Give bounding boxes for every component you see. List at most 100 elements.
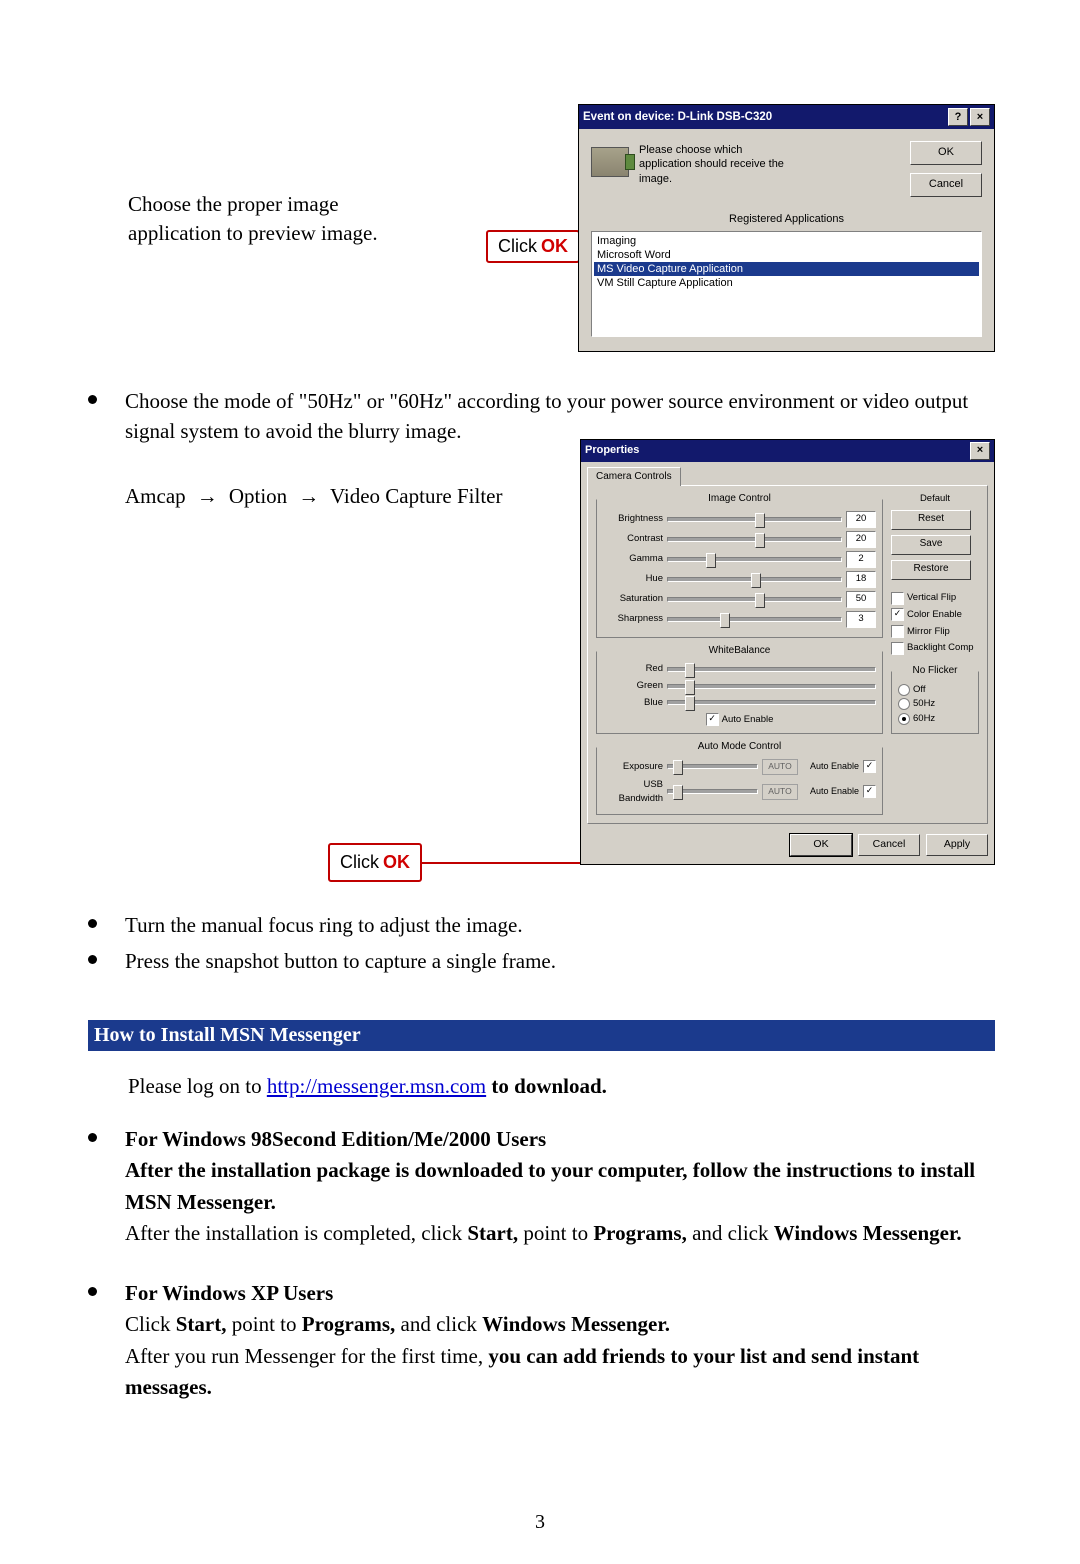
app-item[interactable]: Microsoft Word xyxy=(594,248,979,262)
close-button[interactable]: × xyxy=(970,108,990,126)
saturation-value: 50 xyxy=(846,591,876,608)
arrow-icon: → xyxy=(191,485,224,508)
no-flicker-60hz-radio[interactable] xyxy=(898,713,910,725)
wb-blue-slider[interactable] xyxy=(667,700,876,705)
hue-value: 18 xyxy=(846,571,876,588)
contrast-slider[interactable] xyxy=(667,537,842,542)
bullet-dot xyxy=(88,955,97,964)
wb-green-label: Green xyxy=(603,679,663,693)
vertical-flip-checkbox[interactable] xyxy=(891,592,904,605)
wb-green-slider[interactable] xyxy=(667,684,876,689)
properties-dialog: Properties × Camera Controls Image Contr… xyxy=(580,439,995,866)
no-flicker-50hz-radio[interactable] xyxy=(898,698,910,710)
image-control-group: Image Control Brightness 20 Contrast xyxy=(596,492,883,638)
no-flicker-50hz-label: 50Hz xyxy=(913,697,935,711)
properties-titlebar: Properties × xyxy=(581,440,994,462)
reset-button[interactable]: Reset xyxy=(891,510,971,530)
exposure-auto-enable-checkbox[interactable]: ✓ xyxy=(863,760,876,773)
saturation-label: Saturation xyxy=(603,592,663,606)
backlight-comp-checkbox[interactable] xyxy=(891,642,904,655)
auto-mode-control-legend: Auto Mode Control xyxy=(695,740,784,755)
win98-line1: After the installation package is downlo… xyxy=(125,1155,995,1218)
callout-ok-text: OK xyxy=(541,236,568,257)
exposure-label: Exposure xyxy=(603,760,663,774)
registered-apps-label: Registered Applications xyxy=(591,213,982,225)
gamma-slider[interactable] xyxy=(667,557,842,562)
winxp-block: For Windows XP Users Click Start, point … xyxy=(125,1278,995,1404)
snapshot-bullet: Press the snapshot button to capture a s… xyxy=(125,946,995,976)
sharpness-slider[interactable] xyxy=(667,617,842,622)
preview-instruction-line2: application to preview image. xyxy=(128,219,456,248)
saturation-slider[interactable] xyxy=(667,597,842,602)
properties-cancel-button[interactable]: Cancel xyxy=(858,834,920,856)
win98-line2: After the installation is completed, cli… xyxy=(125,1218,995,1250)
winxp-title: For Windows XP Users xyxy=(125,1278,995,1310)
msn-intro: Please log on to http://messenger.msn.co… xyxy=(128,1071,995,1101)
wb-auto-enable-label: Auto Enable xyxy=(722,713,774,727)
hue-slider[interactable] xyxy=(667,577,842,582)
manual-focus-bullet: Turn the manual focus ring to adjust the… xyxy=(125,910,995,940)
properties-ok-button[interactable]: OK xyxy=(790,834,852,856)
no-flicker-off-radio[interactable] xyxy=(898,684,910,696)
arrow-icon: → xyxy=(292,485,325,508)
bullet-dot xyxy=(88,919,97,928)
brightness-label: Brightness xyxy=(603,512,663,526)
event-dialog-title: Event on device: D-Link DSB-C320 xyxy=(583,111,946,123)
event-cancel-button[interactable]: Cancel xyxy=(910,173,982,197)
app-item-selected[interactable]: MS Video Capture Application xyxy=(594,262,979,276)
registered-apps-list[interactable]: Imaging Microsoft Word MS Video Capture … xyxy=(591,231,982,337)
vertical-flip-label: Vertical Flip xyxy=(907,591,956,605)
wb-red-slider[interactable] xyxy=(667,667,876,672)
no-flicker-60hz-label: 60Hz xyxy=(913,712,935,726)
event-instruction: Please choose which application should r… xyxy=(639,141,900,186)
default-column-label: Default xyxy=(891,492,979,506)
preview-instruction: Choose the proper image application to p… xyxy=(88,110,456,249)
no-flicker-legend: No Flicker xyxy=(909,664,960,679)
whitebalance-legend: WhiteBalance xyxy=(706,644,774,659)
exposure-auto-value: AUTO xyxy=(762,759,798,775)
camera-controls-tab[interactable]: Camera Controls xyxy=(587,467,681,487)
event-ok-button[interactable]: OK xyxy=(910,141,982,165)
click-ok-callout: Click OK xyxy=(486,230,580,263)
contrast-value: 20 xyxy=(846,531,876,548)
help-button[interactable]: ? xyxy=(948,108,968,126)
msn-download-link[interactable]: http://messenger.msn.com xyxy=(267,1074,486,1098)
properties-close-button[interactable]: × xyxy=(970,442,990,460)
brightness-slider[interactable] xyxy=(667,517,842,522)
callout-click-text: Click xyxy=(498,236,537,257)
restore-button[interactable]: Restore xyxy=(891,560,971,580)
event-dialog-titlebar: Event on device: D-Link DSB-C320 ? × xyxy=(579,105,994,129)
mirror-flip-checkbox[interactable] xyxy=(891,625,904,638)
properties-title: Properties xyxy=(585,443,968,459)
exposure-slider[interactable] xyxy=(667,764,758,769)
properties-apply-button[interactable]: Apply xyxy=(926,834,988,856)
click-ok-callout-2: Click OK xyxy=(328,843,422,881)
save-button[interactable]: Save xyxy=(891,535,971,555)
wb-red-label: Red xyxy=(603,662,663,676)
wb-auto-enable-checkbox[interactable]: ✓ xyxy=(706,713,719,726)
contrast-label: Contrast xyxy=(603,532,663,546)
no-flicker-group: No Flicker Off 50Hz 60Hz xyxy=(891,664,979,734)
win98-block: For Windows 98Second Edition/Me/2000 Use… xyxy=(125,1124,995,1250)
auto-mode-control-group: Auto Mode Control Exposure AUTO Auto Ena… xyxy=(596,740,883,815)
win98-title: For Windows 98Second Edition/Me/2000 Use… xyxy=(125,1124,995,1156)
backlight-label: Backlight Comp xyxy=(907,641,974,655)
usb-bandwidth-slider[interactable] xyxy=(667,789,758,794)
usb-bandwidth-label: USB Bandwidth xyxy=(603,778,663,806)
winxp-line1: Click Start, point to Programs, and clic… xyxy=(125,1309,995,1341)
whitebalance-group: WhiteBalance Red Green xyxy=(596,644,883,735)
bullet-dot xyxy=(88,1287,97,1296)
wb-blue-label: Blue xyxy=(603,696,663,710)
winxp-line2: After you run Messenger for the first ti… xyxy=(125,1341,995,1404)
hue-label: Hue xyxy=(603,572,663,586)
mirror-flip-label: Mirror Flip xyxy=(907,625,950,639)
color-enable-checkbox[interactable]: ✓ xyxy=(891,608,904,621)
sharpness-value: 3 xyxy=(846,611,876,628)
app-item[interactable]: VM Still Capture Application xyxy=(594,276,979,290)
exposure-auto-enable-label: Auto Enable xyxy=(810,760,859,773)
sharpness-label: Sharpness xyxy=(603,612,663,626)
usb-bandwidth-auto-value: AUTO xyxy=(762,784,798,800)
amcap-path: Amcap → Option → Video Capture Filter xyxy=(125,481,580,512)
usbbw-auto-enable-checkbox[interactable]: ✓ xyxy=(863,785,876,798)
app-item[interactable]: Imaging xyxy=(594,234,979,248)
